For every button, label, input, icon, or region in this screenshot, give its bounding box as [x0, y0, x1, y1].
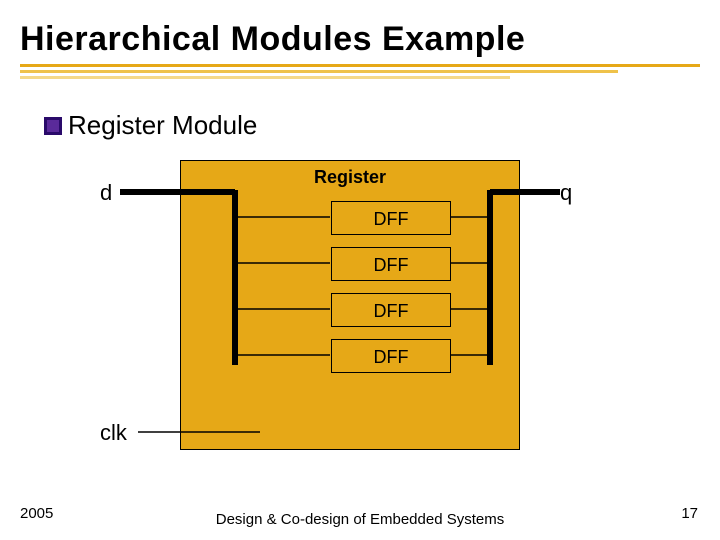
register-diagram: Register DFF DFF DFF DFF d q clk: [60, 150, 620, 460]
dff-cell: DFF: [331, 339, 451, 373]
footer-caption: Design & Co-design of Embedded Systems: [0, 511, 720, 528]
page-number: 17: [681, 505, 698, 522]
title-underline: [20, 64, 700, 78]
register-module-box: Register DFF DFF DFF DFF: [180, 160, 520, 450]
slide-title: Hierarchical Modules Example: [20, 20, 525, 59]
dff-cell: DFF: [331, 247, 451, 281]
dff-cell: DFF: [331, 201, 451, 235]
register-label: Register: [181, 167, 519, 188]
bullet-item: Register Module: [44, 110, 257, 141]
port-d-label: d: [100, 180, 112, 206]
port-clk-label: clk: [100, 420, 127, 446]
bullet-text: Register Module: [68, 110, 257, 141]
dff-cell: DFF: [331, 293, 451, 327]
bullet-icon: [44, 117, 62, 135]
port-q-label: q: [560, 180, 572, 206]
